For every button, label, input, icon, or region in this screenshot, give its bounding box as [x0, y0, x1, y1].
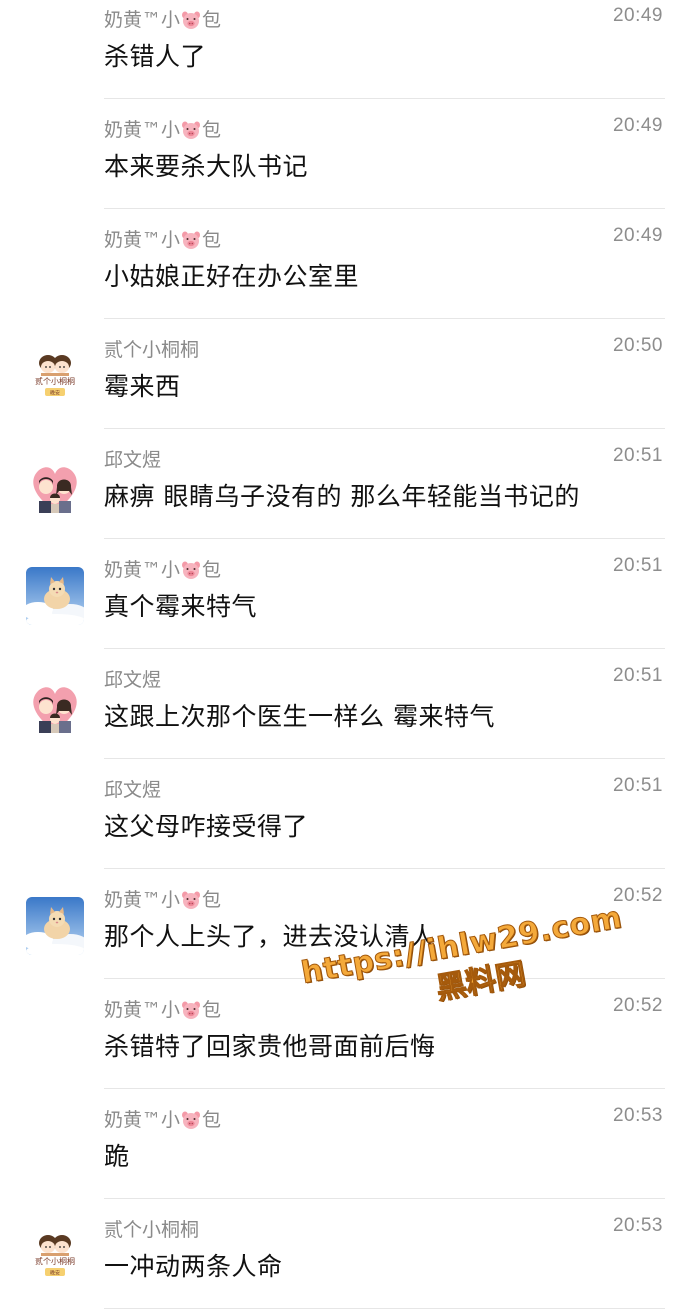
sender-name[interactable]: 邱文煜 [104, 775, 161, 802]
message-text[interactable]: 一冲动两条人命 [104, 1247, 283, 1283]
message-timestamp: 20:51 [612, 445, 663, 466]
chat-message[interactable]: 贰个小桐桐 晚安 贰个小桐桐 20:53 一冲动两条人命 [0, 1199, 691, 1309]
avatar-tongtong[interactable]: 贰个小桐桐 晚安 [26, 347, 84, 405]
chat-message[interactable]: 邱文煜 20:51 这父母咋接受得了 [0, 759, 691, 869]
avatar-cat[interactable] [26, 897, 84, 955]
chat-message[interactable]: 邱文煜 20:51 这跟上次那个医生一样么 霉来特气 [0, 649, 691, 759]
sender-name-suffix: 包 [202, 999, 222, 1021]
chat-message[interactable]: 邱文煜 20:51 麻痹 眼睛乌子没有的 那么年轻能当书记的 [0, 429, 691, 539]
pig-face-emoji-icon [181, 11, 201, 29]
svg-text:贰个小桐桐: 贰个小桐桐 [35, 376, 75, 386]
pig-face-emoji-icon [181, 1001, 201, 1019]
sender-name-text: 贰个小桐桐 [104, 339, 200, 361]
pig-face-emoji-icon [181, 891, 201, 909]
sender-name-text: 奶黄™小 [104, 1109, 181, 1131]
sender-name[interactable]: 奶黄™小包 [104, 225, 221, 252]
sender-name-text: 奶黄™小 [104, 889, 181, 911]
chat-message[interactable]: 奶黄™小包 20:51 真个霉来特气 [0, 539, 691, 649]
sender-name-text: 奶黄™小 [104, 9, 181, 31]
message-timestamp: 20:51 [612, 775, 663, 796]
sender-name-text: 邱文煜 [104, 449, 162, 471]
message-text[interactable]: 霉来西 [104, 367, 181, 403]
message-timestamp: 20:51 [612, 665, 663, 686]
sender-name-suffix: 包 [202, 9, 222, 31]
sender-name[interactable]: 奶黄™小包 [104, 995, 221, 1022]
chat-message[interactable]: 贰个小桐桐 晚安 贰个小桐桐 20:50 霉来西 [0, 319, 691, 429]
avatar-cat[interactable] [26, 567, 84, 625]
sender-name[interactable]: 奶黄™小包 [104, 885, 221, 912]
sender-name-text: 邱文煜 [104, 669, 162, 691]
message-text[interactable]: 这父母咋接受得了 [104, 807, 308, 843]
message-timestamp: 20:53 [612, 1215, 663, 1236]
message-timestamp: 20:52 [612, 995, 663, 1016]
message-text[interactable]: 本来要杀大队书记 [104, 147, 308, 183]
message-text[interactable]: 真个霉来特气 [104, 587, 257, 623]
message-timestamp: 20:50 [612, 335, 663, 356]
sender-name[interactable]: 奶黄™小包 [104, 555, 221, 582]
avatar-tongtong[interactable]: 贰个小桐桐 晚安 [26, 1227, 84, 1285]
sender-name[interactable]: 贰个小桐桐 [104, 335, 199, 362]
pig-face-emoji-icon [181, 1111, 201, 1129]
message-text[interactable]: 杀错特了回家贵他哥面前后悔 [104, 1027, 436, 1063]
message-text[interactable]: 这跟上次那个医生一样么 霉来特气 [104, 697, 495, 733]
avatar-family[interactable] [26, 457, 84, 515]
chat-message[interactable]: 奶黄™小包 20:53 跪 [0, 1089, 691, 1199]
sender-name[interactable]: 贰个小桐桐 [104, 1215, 199, 1242]
sender-name-text: 贰个小桐桐 [104, 1219, 200, 1241]
message-text[interactable]: 小姑娘正好在办公室里 [104, 257, 359, 293]
sender-name-suffix: 包 [202, 229, 222, 251]
message-timestamp: 20:49 [612, 5, 663, 26]
sender-name-suffix: 包 [202, 559, 222, 581]
sender-name[interactable]: 奶黄™小包 [104, 5, 221, 32]
sender-name-text: 奶黄™小 [104, 999, 181, 1021]
pig-face-emoji-icon [181, 231, 201, 249]
sender-name-text: 奶黄™小 [104, 229, 181, 251]
svg-text:晚安: 晚安 [50, 390, 60, 397]
sender-name-text: 奶黄™小 [104, 559, 181, 581]
message-text[interactable]: 杀错人了 [104, 37, 206, 73]
avatar-family[interactable] [26, 677, 84, 735]
sender-name[interactable]: 邱文煜 [104, 665, 161, 692]
message-timestamp: 20:53 [612, 1105, 663, 1126]
sender-name-suffix: 包 [202, 889, 222, 911]
message-text[interactable]: 那个人上头了，进去没认清人 [104, 917, 436, 953]
pig-face-emoji-icon [181, 561, 201, 579]
svg-text:晚安: 晚安 [50, 1270, 60, 1277]
chat-message[interactable]: 奶黄™小包 20:49 本来要杀大队书记 [0, 99, 691, 209]
message-text[interactable]: 麻痹 眼睛乌子没有的 那么年轻能当书记的 [104, 477, 580, 513]
message-timestamp: 20:51 [612, 555, 663, 576]
sender-name-text: 奶黄™小 [104, 119, 181, 141]
chat-message[interactable]: 奶黄™小包 20:52 杀错特了回家贵他哥面前后悔 [0, 979, 691, 1089]
message-timestamp: 20:49 [612, 115, 663, 136]
chat-message-list[interactable]: 奶黄™小包 20:49 杀错人了 奶黄™小包 20:49 本来要杀大队书记 奶黄™小包 20:… [0, 0, 691, 1309]
sender-name[interactable]: 奶黄™小包 [104, 115, 221, 142]
message-timestamp: 20:49 [612, 225, 663, 246]
message-text[interactable]: 跪 [104, 1137, 130, 1173]
sender-name-suffix: 包 [202, 1109, 222, 1131]
sender-name[interactable]: 邱文煜 [104, 445, 161, 472]
chat-message[interactable]: 奶黄™小包 20:49 小姑娘正好在办公室里 [0, 209, 691, 319]
sender-name[interactable]: 奶黄™小包 [104, 1105, 221, 1132]
message-timestamp: 20:52 [612, 885, 663, 906]
pig-face-emoji-icon [181, 121, 201, 139]
chat-message[interactable]: 奶黄™小包 20:52 那个人上头了，进去没认清人 [0, 869, 691, 979]
sender-name-text: 邱文煜 [104, 779, 162, 801]
sender-name-suffix: 包 [202, 119, 222, 141]
svg-text:贰个小桐桐: 贰个小桐桐 [35, 1256, 75, 1266]
chat-message[interactable]: 奶黄™小包 20:49 杀错人了 [0, 0, 691, 99]
